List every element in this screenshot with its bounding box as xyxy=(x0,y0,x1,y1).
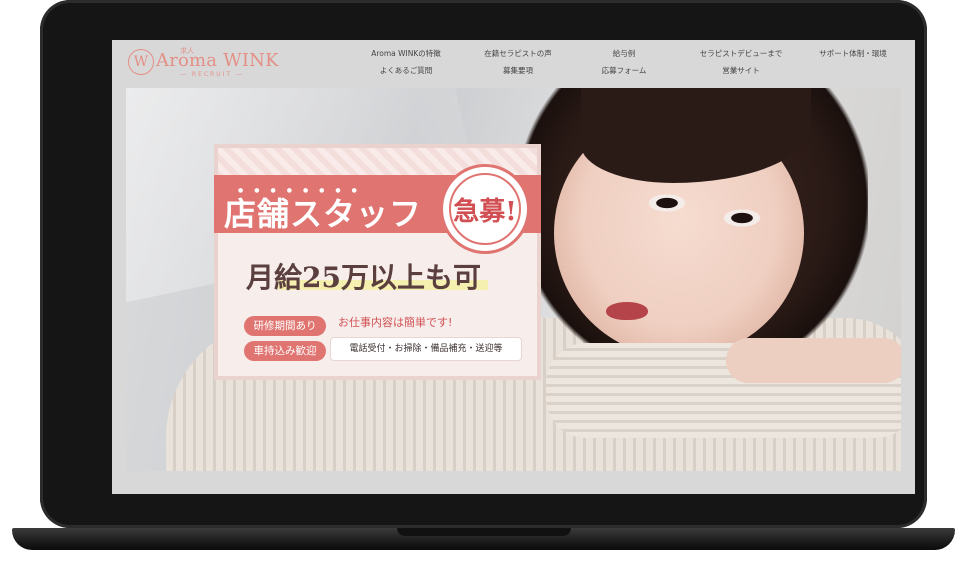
hero-banner: ●●●●●●●● 店舗スタッフ 急募! 月給25万以上も可 研修期間あり 車持込… xyxy=(126,88,901,471)
main-navigation: Aroma WINKの特徴 在籍セラピストの声 給与例 セラピストデビューまで … xyxy=(356,48,901,82)
nav-debut-process[interactable]: セラピストデビューまで xyxy=(700,48,783,59)
nav-support-environment[interactable]: サポート体制・環境 xyxy=(819,48,887,59)
site-header: W 求人 Aroma WINK — RECRUIT — Aroma WINKの特… xyxy=(126,40,901,88)
training-pill: 研修期間あり xyxy=(244,316,326,336)
website-screen: W 求人 Aroma WINK — RECRUIT — Aroma WINKの特… xyxy=(112,40,915,494)
badge-text: 急募! xyxy=(453,197,517,227)
nav-application-form[interactable]: 応募フォーム xyxy=(602,65,647,76)
model-hand xyxy=(726,338,901,383)
laptop-lid: W 求人 Aroma WINK — RECRUIT — Aroma WINKの特… xyxy=(40,0,927,528)
logo-subtitle: — RECRUIT — xyxy=(180,71,244,78)
model-eye-right xyxy=(721,208,763,228)
nav-business-site[interactable]: 営業サイト xyxy=(722,65,760,76)
nav-faq[interactable]: よくあるご質問 xyxy=(380,65,433,76)
recruit-card: ●●●●●●●● 店舗スタッフ 急募! 月給25万以上も可 研修期間あり 車持込… xyxy=(214,144,541,380)
urgent-badge: 急募! xyxy=(440,164,530,254)
job-duties: 電話受付・お掃除・備品補充・送迎等 xyxy=(330,337,522,361)
salary-text: 月給25万以上も可 xyxy=(246,261,481,294)
laptop-notch xyxy=(397,528,571,536)
nav-features[interactable]: Aroma WINKの特徴 xyxy=(371,48,441,59)
model-lips xyxy=(606,302,648,320)
laptop-frame: W 求人 Aroma WINK — RECRUIT — Aroma WINKの特… xyxy=(12,0,955,550)
logo-text: Aroma WINK xyxy=(156,50,279,71)
nav-job-requirements[interactable]: 募集要項 xyxy=(503,65,533,76)
nav-therapist-voices[interactable]: 在籍セラピストの声 xyxy=(484,48,552,59)
site-logo[interactable]: W 求人 Aroma WINK — RECRUIT — xyxy=(126,46,279,80)
job-info-title: お仕事内容は簡単です! xyxy=(338,316,453,329)
logo-mark-icon: W xyxy=(128,49,154,75)
model-eye-left xyxy=(646,193,688,213)
staff-title: 店舗スタッフ xyxy=(224,195,423,233)
laptop-base xyxy=(12,528,955,550)
car-pill: 車持込み歓迎 xyxy=(244,341,326,361)
nav-salary-example[interactable]: 給与例 xyxy=(613,48,636,59)
